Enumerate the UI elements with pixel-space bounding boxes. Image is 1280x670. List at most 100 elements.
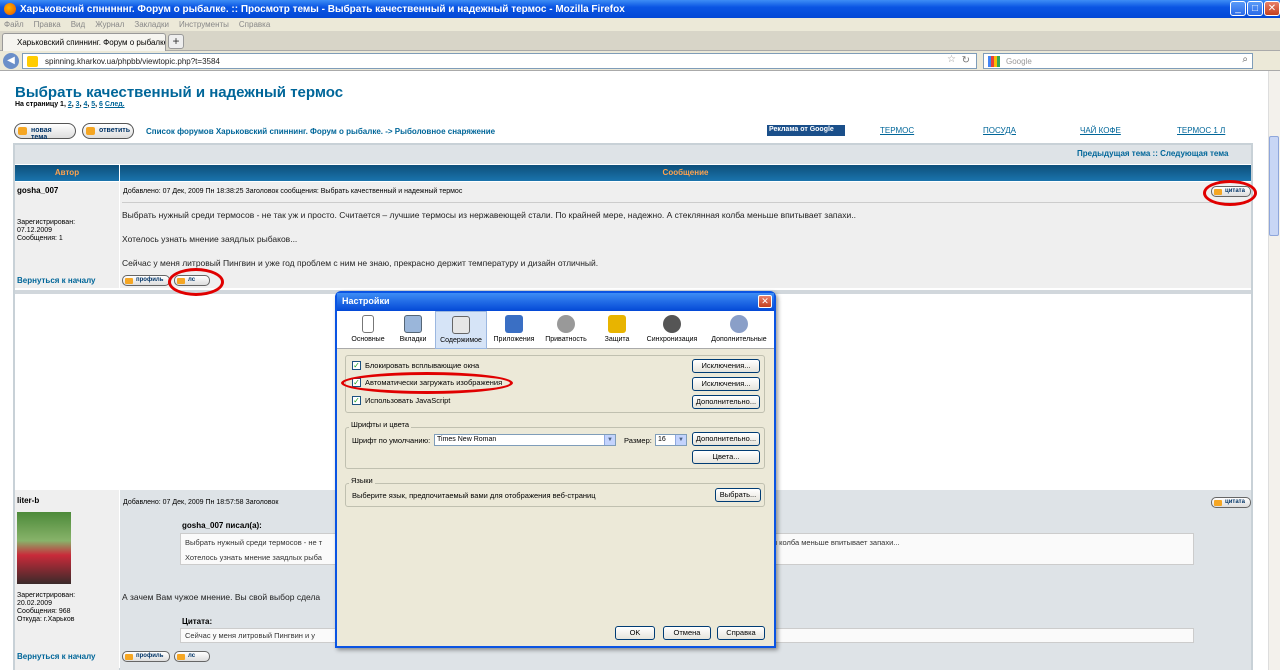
- chevron-down-icon: ▼: [604, 435, 615, 445]
- dialog-close-icon[interactable]: ✕: [758, 295, 772, 308]
- tab-content[interactable]: Содержимое: [435, 311, 487, 349]
- dialog-title: Настройки: [337, 293, 774, 311]
- tab-general-label: Основные: [351, 336, 385, 343]
- tab-content-label: Содержимое: [440, 337, 482, 344]
- font-size-select[interactable]: 16 ▼: [655, 434, 687, 446]
- post1-back-to-top[interactable]: Вернуться к началу: [17, 276, 96, 285]
- post2-quote-author: gosha_007 писал(а):: [182, 521, 262, 530]
- maximize-button[interactable]: □: [1247, 1, 1263, 16]
- new-topic-button[interactable]: новая тема: [14, 123, 76, 141]
- post2-pm-button[interactable]: лс: [174, 651, 210, 662]
- post2-from: Откуда: г.Харьков: [17, 616, 75, 623]
- ad-link-dishes[interactable]: ПОСУДА: [983, 126, 1016, 135]
- site-favicon-icon: [27, 56, 38, 67]
- menu-view[interactable]: Вид: [71, 20, 85, 29]
- menu-bar: Файл Правка Вид Журнал Закладки Инструме…: [0, 18, 1280, 31]
- tab-tabs[interactable]: Вкладки: [393, 311, 433, 349]
- tab-applications[interactable]: Приложения: [489, 311, 539, 349]
- post2-quote-button[interactable]: цитата: [1211, 497, 1251, 508]
- languages-description: Выберите язык, предпочитаемый вами для о…: [352, 491, 596, 500]
- image-exceptions-button[interactable]: Исключения...: [692, 377, 760, 391]
- minimize-button[interactable]: _: [1230, 1, 1246, 16]
- post2-meta: Добавлено: 07 Дек, 2009 Пн 18:57:58 Заго…: [123, 499, 279, 506]
- privacy-mask-icon: [557, 315, 575, 333]
- reply-button[interactable]: ответить: [82, 123, 134, 139]
- post2-reply-text: А зачем Вам чужое мнение. Вы свой выбор …: [122, 592, 321, 602]
- enable-js-checkbox[interactable]: ✓: [352, 396, 361, 405]
- tab-bar: Харьковский спиннинг. Форум о рыбалке...…: [0, 31, 1280, 51]
- pager-page-5[interactable]: 5: [91, 101, 95, 108]
- ok-button[interactable]: OK: [615, 626, 655, 640]
- tab-security[interactable]: Защита: [599, 311, 635, 349]
- google-icon: [988, 56, 1000, 67]
- post1-reg-label: Зарегистрирован:: [17, 219, 76, 226]
- ad-link-thermos-1l[interactable]: ТЕРМОС 1 Л: [1177, 126, 1225, 135]
- tabs-icon: [404, 315, 422, 333]
- topic-nav-row: [15, 145, 1251, 164]
- browser-tab[interactable]: Харьковский спиннинг. Форум о рыбалке...: [2, 33, 166, 51]
- post1-separator: [122, 202, 1249, 203]
- tab-sync-label: Синхронизация: [646, 336, 698, 343]
- close-window-button[interactable]: ✕: [1264, 1, 1280, 16]
- reload-icon[interactable]: ↻: [962, 55, 970, 66]
- pager-page-3[interactable]: 3: [76, 101, 80, 108]
- post1-line3: Сейчас у меня литровый Пингвин и уже год…: [122, 258, 599, 268]
- breadcrumb[interactable]: Список форумов Харьковский спиннинг. Фор…: [146, 127, 495, 136]
- gear-icon: [730, 315, 748, 333]
- google-ads-label[interactable]: Реклама от Google: [767, 125, 845, 136]
- cancel-button[interactable]: Отмена: [663, 626, 711, 640]
- page-title[interactable]: Выбрать качественный и надежный термос: [15, 84, 343, 101]
- pager-next[interactable]: След.: [105, 101, 125, 108]
- post2-profile-button[interactable]: профиль: [122, 651, 170, 662]
- tab-sync[interactable]: Синхронизация: [639, 311, 705, 349]
- js-advanced-button[interactable]: Дополнительно...: [692, 395, 760, 409]
- url-input[interactable]: spinning.kharkov.ua/phpbb/viewtopic.php?…: [22, 53, 977, 69]
- menu-tools[interactable]: Инструменты: [179, 20, 229, 29]
- tab-advanced-label: Дополнительные: [711, 336, 767, 343]
- colors-button[interactable]: Цвета...: [692, 450, 760, 464]
- search-input[interactable]: Google ⌕: [983, 53, 1253, 69]
- post1-msg-count: Сообщения: 1: [17, 235, 63, 242]
- lock-icon: [608, 315, 626, 333]
- pager-page-4[interactable]: 4: [83, 101, 87, 108]
- firefox-icon: [4, 3, 16, 15]
- ad-link-thermos[interactable]: ТЕРМОС: [880, 126, 914, 135]
- pager-page-2[interactable]: 2: [68, 101, 72, 108]
- prev-next-topic[interactable]: Предыдущая тема :: Следующая тема: [1077, 149, 1246, 158]
- general-icon: [362, 315, 374, 333]
- column-author-header: Автор: [15, 165, 119, 181]
- tab-privacy[interactable]: Приватность: [541, 311, 591, 349]
- enable-js-label: Использовать JavaScript: [365, 396, 451, 405]
- bookmark-star-icon[interactable]: ☆: [947, 54, 956, 65]
- new-tab-button[interactable]: +: [168, 34, 184, 49]
- menu-file[interactable]: Файл: [4, 20, 24, 29]
- applications-icon: [505, 315, 523, 333]
- menu-bookmarks[interactable]: Закладки: [134, 20, 169, 29]
- fonts-advanced-button[interactable]: Дополнительно...: [692, 432, 760, 446]
- choose-language-button[interactable]: Выбрать...: [715, 488, 761, 502]
- tab-general[interactable]: Основные: [345, 311, 391, 349]
- help-button[interactable]: Справка: [717, 626, 765, 640]
- post2-msg-count: Сообщения: 968: [17, 608, 71, 615]
- post2-back-to-top[interactable]: Вернуться к началу: [17, 652, 96, 661]
- scrollbar-thumb[interactable]: [1269, 136, 1279, 236]
- settings-toolbar: Основные Вкладки Содержимое Приложения П…: [337, 311, 774, 349]
- pager-page-6[interactable]: 6: [99, 101, 103, 108]
- default-font-select[interactable]: Times New Roman ▼: [434, 434, 616, 446]
- content-icon: [452, 316, 470, 334]
- post1-profile-button[interactable]: профиль: [122, 275, 170, 286]
- menu-edit[interactable]: Правка: [34, 20, 61, 29]
- ad-link-tea-coffee[interactable]: ЧАЙ КОФЕ: [1080, 126, 1121, 135]
- menu-help[interactable]: Справка: [239, 20, 270, 29]
- tab-label: Харьковский спиннинг. Форум о рыбалке...: [17, 38, 166, 47]
- tab-advanced[interactable]: Дополнительные: [707, 311, 771, 349]
- url-text: spinning.kharkov.ua/phpbb/viewtopic.php?…: [45, 57, 220, 66]
- back-arrow-icon[interactable]: ◀: [3, 53, 19, 69]
- popup-exceptions-button[interactable]: Исключения...: [692, 359, 760, 373]
- post1-author: gosha_007: [17, 186, 59, 195]
- post2-cite-text: Сейчас у меня литровый Пингвин и у: [185, 631, 316, 640]
- menu-history[interactable]: Журнал: [95, 20, 124, 29]
- pager: На страницу 1, 2, 3, 4, 5, 6 След.: [15, 101, 125, 108]
- search-icon[interactable]: ⌕: [1242, 54, 1248, 65]
- block-popups-checkbox[interactable]: ✓: [352, 361, 361, 370]
